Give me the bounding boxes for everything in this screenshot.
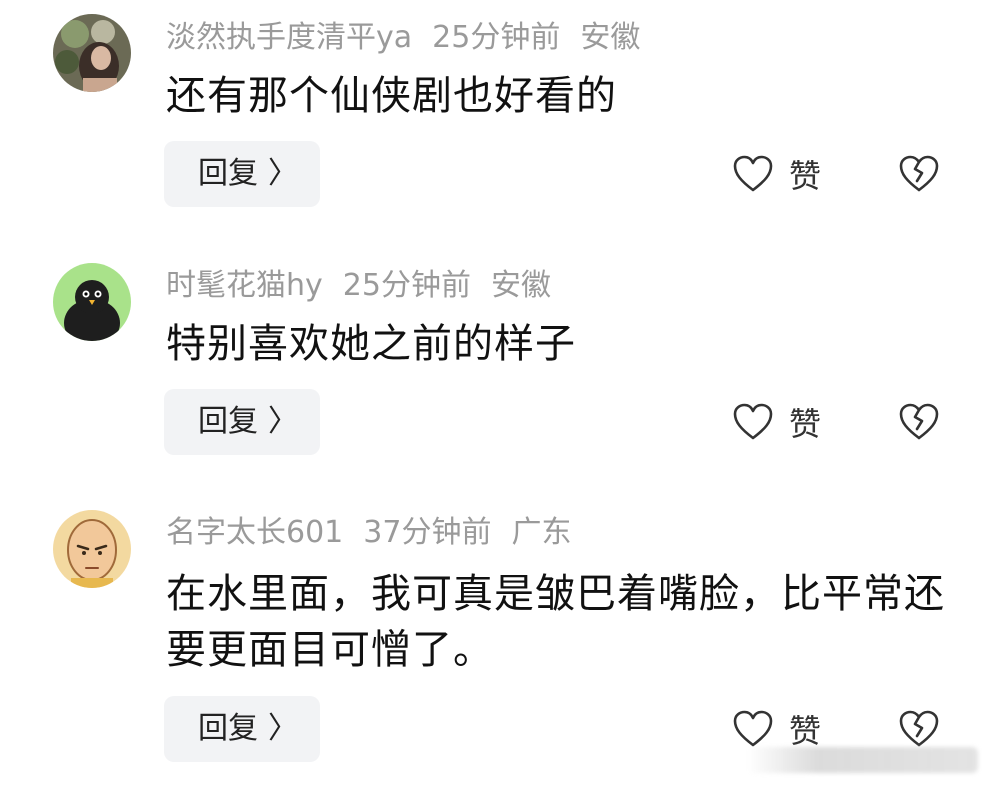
like-label: 赞 — [789, 712, 822, 750]
reply-label: 回复 — [198, 711, 258, 746]
chevron-right-icon: 〉 — [268, 404, 298, 439]
timestamp: 25分钟前 — [342, 268, 471, 303]
username[interactable]: 时髦花猫hy — [166, 268, 323, 303]
location: 安徽 — [580, 20, 641, 55]
broken-heart-icon[interactable] — [898, 402, 940, 442]
username[interactable]: 名字太长601 — [166, 515, 343, 550]
comment-text: 在水里面，我可真是皱巴着嘴脸，比平常还要更面目可憎了。 — [166, 571, 945, 673]
heart-outline-icon — [733, 155, 773, 192]
like-label: 赞 — [789, 157, 822, 195]
avatar-anime-face-icon — [53, 510, 131, 588]
like-button[interactable]: 赞 — [733, 152, 821, 196]
chevron-right-icon: 〉 — [268, 156, 298, 191]
comment-meta: 淡然执手度清平ya 25分钟前 安徽 — [166, 18, 660, 58]
location: 广东 — [511, 515, 572, 550]
like-button[interactable]: 赞 — [733, 707, 821, 751]
comment-text: 还有那个仙侠剧也好看的 — [166, 73, 617, 119]
like-button[interactable]: 赞 — [733, 400, 821, 444]
like-label: 赞 — [789, 405, 822, 443]
watermark — [748, 747, 978, 773]
location: 安徽 — [490, 268, 551, 303]
reply-button[interactable]: 回复〉 — [164, 696, 320, 762]
timestamp: 25分钟前 — [432, 20, 561, 55]
avatar[interactable] — [53, 263, 131, 341]
avatar-photo-icon — [53, 14, 131, 92]
timestamp: 37分钟前 — [363, 515, 492, 550]
reply-label: 回复 — [198, 156, 258, 191]
broken-heart-icon[interactable] — [898, 709, 940, 749]
username[interactable]: 淡然执手度清平ya — [166, 20, 412, 55]
chevron-right-icon: 〉 — [268, 711, 298, 746]
comment-meta: 时髦花猫hy 25分钟前 安徽 — [166, 266, 571, 306]
heart-outline-icon — [733, 710, 773, 747]
comment-text: 特别喜欢她之前的样子 — [166, 321, 576, 367]
reply-label: 回复 — [198, 404, 258, 439]
avatar[interactable] — [53, 510, 131, 588]
avatar-bird-icon — [53, 263, 131, 341]
comment-meta: 名字太长601 37分钟前 广东 — [166, 513, 591, 553]
broken-heart-icon[interactable] — [898, 154, 940, 194]
reply-button[interactable]: 回复〉 — [164, 141, 320, 207]
reply-button[interactable]: 回复〉 — [164, 389, 320, 455]
heart-outline-icon — [733, 403, 773, 440]
avatar[interactable] — [53, 14, 131, 92]
